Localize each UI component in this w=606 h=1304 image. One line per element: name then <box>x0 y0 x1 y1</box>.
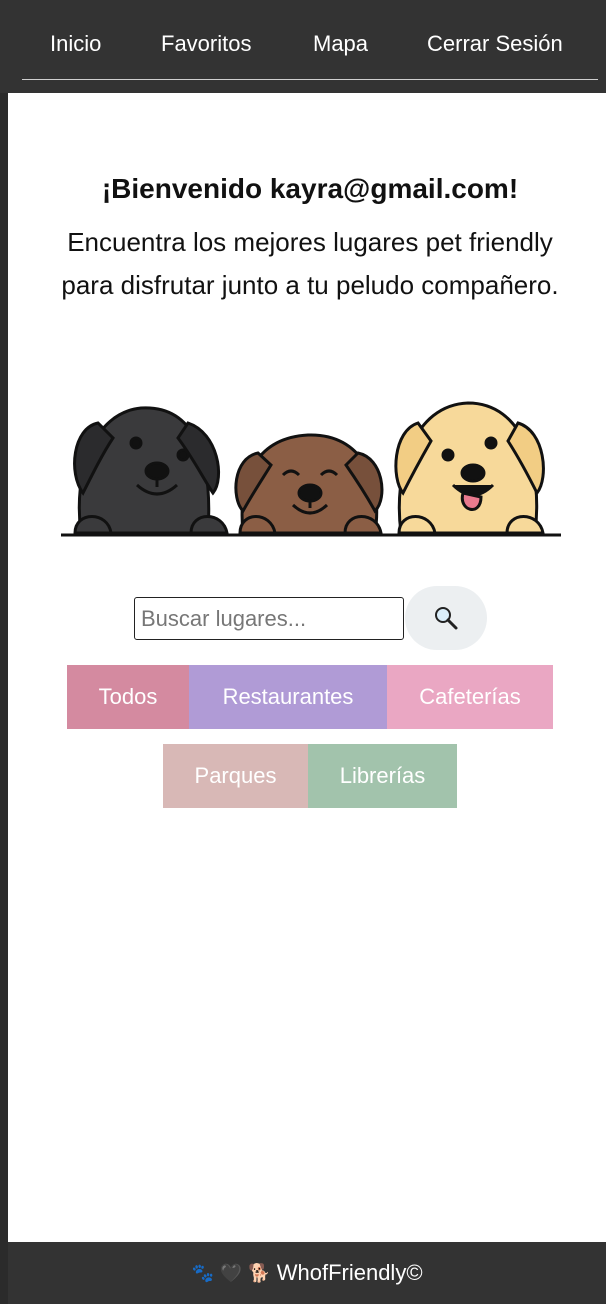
nav-link-cerrar-sesion[interactable]: Cerrar Sesión <box>427 30 563 58</box>
paw-icon: 🐾 <box>191 1262 214 1283</box>
filter-cafeterias-button[interactable]: Cafeterías <box>387 665 553 729</box>
filter-parques-button[interactable]: Parques <box>163 744 308 808</box>
footer-brand: WhofFriendly© <box>276 1260 423 1285</box>
puppies-illustration <box>61 401 561 537</box>
welcome-heading: ¡Bienvenido kayra@gmail.com! <box>101 173 519 204</box>
top-navbar: Inicio Favoritos Mapa Cerrar Sesión <box>0 0 606 93</box>
welcome-subtitle: Encuentra los mejores lugares pet friend… <box>61 227 559 300</box>
main-content: ¡Bienvenido kayra@gmail.com! Encuentra l… <box>8 93 606 1242</box>
nav-link-mapa[interactable]: Mapa <box>313 30 368 58</box>
filter-librerias-button[interactable]: Librerías <box>308 744 457 808</box>
nav-link-favoritos[interactable]: Favoritos <box>161 30 251 58</box>
filter-restaurantes-button[interactable]: Restaurantes <box>189 665 387 729</box>
footer: 🐾 🖤 🐕 WhofFriendly© <box>8 1242 606 1304</box>
dog-icon: 🐕 <box>248 1262 271 1283</box>
magnifier-icon <box>435 607 458 630</box>
main-nav: Inicio Favoritos Mapa Cerrar Sesión <box>0 0 606 80</box>
brown-puppy <box>234 433 384 535</box>
nav-link-inicio[interactable]: Inicio <box>50 30 101 58</box>
nav-divider <box>22 79 598 80</box>
search-input[interactable] <box>134 597 404 640</box>
black-heart-icon: 🖤 <box>219 1262 243 1283</box>
filter-todos-button[interactable]: Todos <box>67 665 189 729</box>
golden-puppy <box>394 401 545 535</box>
black-puppy <box>73 406 229 535</box>
search-button[interactable] <box>405 586 487 650</box>
